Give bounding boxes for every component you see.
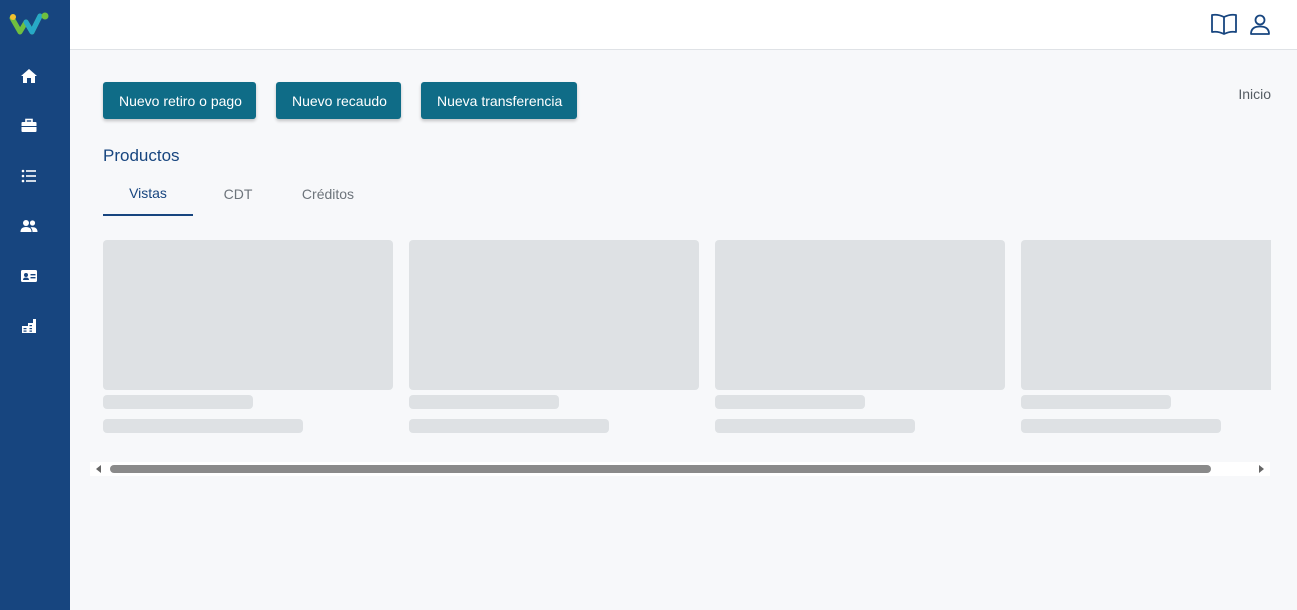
skeleton-image bbox=[715, 240, 1005, 390]
scroll-right-icon[interactable] bbox=[1259, 465, 1264, 473]
skeleton-line bbox=[103, 419, 303, 433]
sidebar-item-products[interactable] bbox=[15, 112, 43, 140]
skeleton-line bbox=[715, 395, 865, 409]
tab-creditos[interactable]: Créditos bbox=[283, 172, 373, 216]
new-transfer-button[interactable]: Nueva transferencia bbox=[421, 82, 577, 119]
skeleton-line bbox=[103, 395, 253, 409]
book-icon bbox=[1211, 13, 1237, 35]
skeleton-line bbox=[1021, 395, 1171, 409]
tab-cdt[interactable]: CDT bbox=[193, 172, 283, 216]
skeleton-card bbox=[715, 240, 1005, 440]
skeleton-image bbox=[409, 240, 699, 390]
skeleton-line bbox=[409, 419, 609, 433]
id-card-icon bbox=[21, 270, 37, 282]
sidebar-item-users[interactable] bbox=[15, 212, 43, 240]
list-icon bbox=[21, 169, 36, 183]
profile-button[interactable] bbox=[1245, 10, 1275, 38]
help-button[interactable] bbox=[1209, 10, 1239, 38]
new-withdraw-button[interactable]: Nuevo retiro o pago bbox=[103, 82, 256, 119]
product-tabs: Vistas CDT Créditos bbox=[103, 172, 1273, 216]
sidebar-item-home[interactable] bbox=[15, 62, 43, 90]
user-icon bbox=[1250, 14, 1270, 35]
top-bar bbox=[70, 0, 1297, 50]
app-logo[interactable] bbox=[8, 10, 50, 38]
product-cards bbox=[103, 240, 1271, 440]
building-icon bbox=[22, 319, 36, 333]
new-collection-button[interactable]: Nuevo recaudo bbox=[276, 82, 401, 119]
skeleton-card bbox=[409, 240, 699, 440]
skeleton-card bbox=[103, 240, 393, 440]
scrollbar-thumb[interactable] bbox=[110, 465, 1211, 473]
breadcrumb: Inicio bbox=[1238, 86, 1271, 102]
scroll-left-icon[interactable] bbox=[96, 465, 101, 473]
sidebar-item-company[interactable] bbox=[15, 312, 43, 340]
skeleton-image bbox=[1021, 240, 1271, 390]
sidebar-item-list[interactable] bbox=[15, 162, 43, 190]
tab-vistas[interactable]: Vistas bbox=[103, 172, 193, 216]
horizontal-scrollbar[interactable] bbox=[90, 462, 1270, 476]
skeleton-line bbox=[1021, 419, 1221, 433]
briefcase-icon bbox=[21, 118, 37, 132]
home-icon bbox=[21, 69, 37, 83]
skeleton-line bbox=[409, 395, 559, 409]
skeleton-line bbox=[715, 419, 915, 433]
sidebar bbox=[0, 0, 70, 610]
skeleton-image bbox=[103, 240, 393, 390]
skeleton-card bbox=[1021, 240, 1271, 440]
sidebar-item-contacts[interactable] bbox=[15, 262, 43, 290]
section-title: Productos bbox=[103, 146, 180, 165]
users-icon bbox=[20, 220, 38, 232]
